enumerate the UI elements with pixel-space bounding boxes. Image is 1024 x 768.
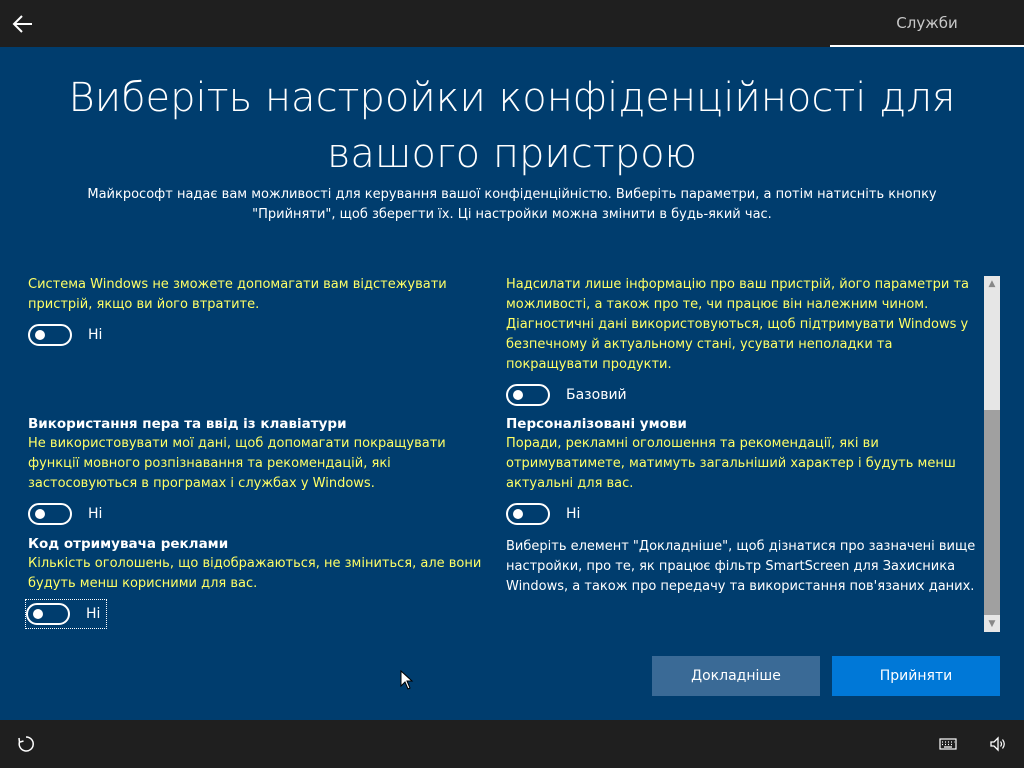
ink-typing-toggle[interactable] (28, 503, 72, 525)
scrollbar[interactable]: ▲ ▼ (984, 276, 1000, 632)
setting-find-device: Система Windows не зможете допомагати ва… (28, 275, 483, 347)
setting-heading: Персоналізовані умови (506, 416, 687, 432)
toggle-knob (33, 609, 43, 619)
setting-heading: Використання пера та ввід із клавіатури (28, 416, 347, 432)
accept-button[interactable]: Прийняти (832, 656, 1000, 696)
back-button[interactable] (10, 10, 38, 38)
toggle-state-label: Ні (88, 327, 103, 343)
mouse-cursor-icon (400, 670, 414, 690)
toggle-knob (35, 509, 45, 519)
ease-of-access-button[interactable] (16, 734, 36, 754)
toggle-row: Ні (24, 599, 483, 629)
toggle-state-label: Базовий (566, 387, 627, 403)
scroll-up-icon[interactable]: ▲ (984, 276, 1000, 292)
find-device-toggle[interactable] (28, 324, 72, 346)
toggle-knob (513, 390, 523, 400)
toggle-knob (35, 330, 45, 340)
setting-ink-typing: Використання пера та ввід із клавіатури … (28, 414, 483, 526)
advertising-id-toggle[interactable] (26, 603, 70, 625)
toggle-row: Ні (506, 502, 976, 526)
toggle-state-label: Ні (566, 506, 581, 522)
setting-description: Надсилати лише інформацію про ваш пристр… (506, 277, 970, 372)
volume-icon (990, 736, 1005, 752)
setting-description: Кількість оголошень, що відображаються, … (28, 556, 482, 591)
scrollbar-thumb[interactable] (984, 410, 1000, 615)
ease-of-access-icon (18, 736, 34, 752)
keyboard-button[interactable] (938, 734, 958, 754)
setting-description: Поради, рекламні оголошення та рекоменда… (506, 436, 956, 491)
bottom-bar (0, 720, 1024, 768)
setting-description: Система Windows не зможете допомагати ва… (28, 277, 447, 312)
setting-diagnostics: Надсилати лише інформацію про ваш пристр… (506, 275, 976, 407)
learn-more-note-block: Виберіть елемент "Докладніше", щоб дізна… (506, 537, 976, 597)
page-title: Виберіть настройки конфіденційності для … (68, 75, 956, 177)
learn-more-button[interactable]: Докладніше (652, 656, 820, 696)
scroll-down-icon[interactable]: ▼ (984, 616, 1000, 632)
keyboard-icon (939, 738, 957, 750)
setting-advertising-id: Код отримувача реклами Кількість оголоше… (24, 534, 483, 629)
toggle-row: Базовий (506, 383, 976, 407)
tailored-experiences-toggle[interactable] (506, 503, 550, 525)
toggle-knob (513, 509, 523, 519)
setting-description: Не використовувати мої дані, щоб допомаг… (28, 436, 446, 491)
toggle-row: Ні (28, 323, 483, 347)
learn-more-note: Виберіть елемент "Докладніше", щоб дізна… (506, 539, 976, 594)
focus-outline: Ні (24, 599, 108, 629)
setting-tailored-experiences: Персоналізовані умови Поради, рекламні о… (506, 414, 976, 526)
setting-heading: Код отримувача реклами (28, 536, 229, 552)
top-bar: Служби (0, 0, 1024, 47)
arrow-left-icon (12, 15, 32, 33)
toggle-row: Ні (28, 502, 483, 526)
toggle-state-label: Ні (88, 506, 103, 522)
volume-button[interactable] (988, 734, 1008, 754)
tab-services[interactable]: Служби (830, 0, 1024, 47)
diagnostics-toggle[interactable] (506, 384, 550, 406)
toggle-state-label: Ні (86, 606, 101, 622)
page-subtitle: Майкрософт надає вам можливості для керу… (87, 187, 937, 222)
